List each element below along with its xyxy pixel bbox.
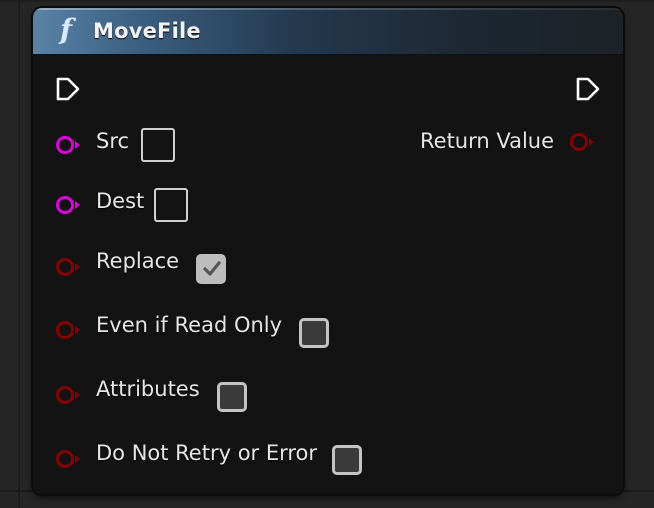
src-label: Src	[96, 129, 130, 153]
replace-checkbox[interactable]	[196, 254, 226, 284]
node-title: MoveFile	[93, 19, 201, 43]
graph-grid-line	[18, 0, 20, 508]
do-not-retry-or-error-checkbox[interactable]	[332, 445, 362, 475]
return-value-label: Return Value	[420, 129, 555, 153]
replace-label: Replace	[96, 249, 180, 273]
function-icon: f	[60, 13, 73, 46]
even-if-read-only-pin[interactable]	[55, 319, 83, 341]
node-header[interactable]: f MoveFile	[33, 8, 623, 55]
attributes-pin[interactable]	[55, 384, 83, 406]
dest-pin[interactable]	[55, 194, 83, 216]
even-if-read-only-checkbox[interactable]	[299, 318, 329, 348]
src-text-box[interactable]	[141, 128, 175, 162]
blueprint-node[interactable]: f MoveFile Src Dest Replace Even if Read…	[33, 8, 623, 494]
do-not-retry-or-error-label: Do Not Retry or Error	[96, 441, 318, 465]
dest-text-box[interactable]	[154, 188, 188, 222]
do-not-retry-or-error-pin[interactable]	[55, 448, 83, 470]
dest-label: Dest	[96, 189, 145, 213]
even-if-read-only-label: Even if Read Only	[96, 313, 283, 337]
attributes-checkbox[interactable]	[217, 382, 247, 412]
attributes-label: Attributes	[96, 377, 200, 401]
exec-output-pin[interactable]	[575, 76, 601, 102]
exec-input-pin[interactable]	[55, 76, 81, 102]
checkmark-icon	[203, 261, 221, 276]
src-pin[interactable]	[55, 134, 83, 156]
replace-pin[interactable]	[55, 256, 83, 278]
return-value-pin[interactable]	[569, 131, 597, 153]
